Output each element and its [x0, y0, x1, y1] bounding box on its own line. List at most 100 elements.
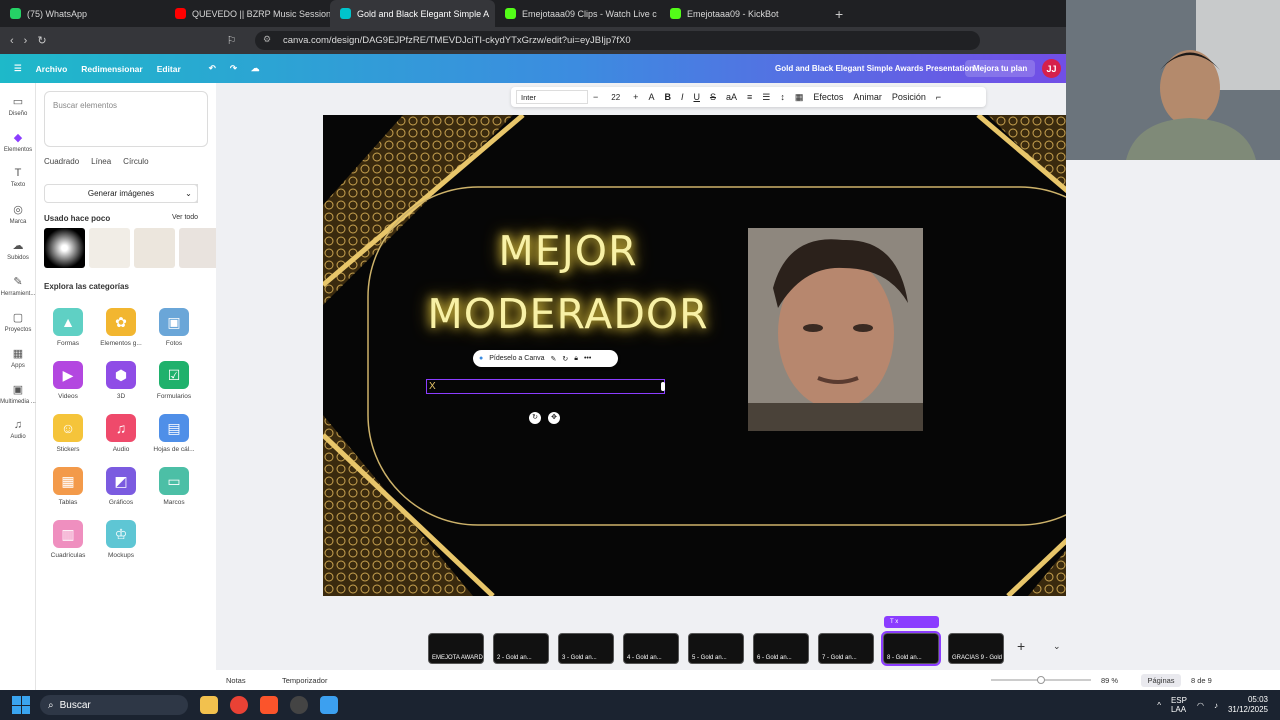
sidebar-item-8[interactable]: ▦ Apps [0, 347, 36, 369]
url-field[interactable]: canva.com/design/DAG9EJPfzRE/TMEVDJciTI-… [255, 31, 980, 50]
sidebar-item-10[interactable]: ♫ Audio [0, 419, 36, 440]
design-title[interactable]: Gold and Black Elegant Simple Awards Pre… [775, 64, 974, 73]
category-item[interactable]: ♫ Audio [94, 414, 148, 453]
tab-youtube[interactable]: QUEVEDO || BZRP Music Sessions #52 [165, 0, 330, 27]
obs-icon[interactable] [290, 696, 308, 714]
timer-button[interactable]: Temporizador [282, 676, 327, 685]
slide-title-line-1[interactable]: MEJOR [443, 227, 693, 275]
bookmark-icon[interactable]: ⚐ [227, 34, 237, 47]
recent-item[interactable] [44, 228, 85, 268]
category-item[interactable]: ▤ Hojas de cál... [147, 414, 201, 453]
rotate-icon[interactable]: ↻ [529, 412, 541, 424]
spacing-icon[interactable]: ↕ [780, 92, 785, 102]
align-icon[interactable]: ≡ [747, 92, 752, 102]
sidebar-item-5[interactable]: ☁ Subidos [0, 239, 36, 261]
chip-line[interactable]: Línea [91, 157, 111, 166]
category-item[interactable]: ▶ Videos [41, 361, 95, 400]
category-item[interactable]: ☺ Stickers [41, 414, 95, 453]
notepad-icon[interactable] [320, 696, 338, 714]
category-item[interactable]: ▥ Cuadrículas [41, 520, 95, 559]
tab-kickbot[interactable]: Emejotaaa09 - KickBot [660, 0, 825, 27]
recent-item[interactable] [89, 228, 130, 268]
ask-canva-button[interactable]: Pídeselo a Canva [489, 355, 544, 362]
clock[interactable]: 05:03 31/12/2025 [1228, 695, 1268, 715]
font-size-field[interactable]: 22 [611, 93, 620, 102]
chip-square[interactable]: Cuadrado [44, 157, 79, 166]
undo-icon[interactable]: ↶ [209, 63, 216, 74]
wifi-icon[interactable]: ◠ [1197, 701, 1204, 710]
brave-icon[interactable] [260, 696, 278, 714]
font-select[interactable]: Inter [516, 90, 588, 104]
bold-icon[interactable]: B [664, 92, 671, 102]
resize-handle[interactable] [661, 382, 665, 391]
page-thumbnail[interactable]: 6 - Gold an... [753, 633, 809, 664]
sidebar-item-4[interactable]: ◎ Marca [0, 203, 36, 225]
magic-edit-icon[interactable]: ✎ [551, 355, 557, 363]
search-input[interactable]: Buscar elementos [44, 91, 208, 147]
page-thumbnail[interactable]: 2 - Gold an... [493, 633, 549, 664]
resize-button[interactable]: Redimensionar [81, 64, 142, 74]
category-item[interactable]: ▭ Marcos [147, 467, 201, 506]
recent-item[interactable] [134, 228, 175, 268]
zoom-slider-handle[interactable] [1037, 676, 1045, 684]
slide-title-line-2[interactable]: MODERADOR [423, 290, 713, 338]
sidebar-item-7[interactable]: ▢ Proyectos [0, 311, 36, 333]
category-item[interactable]: ♔ Mockups [94, 520, 148, 559]
page-thumbnail[interactable]: GRACIAS 9 - Gold an... [948, 633, 1004, 664]
category-item[interactable]: ⬢ 3D [94, 361, 148, 400]
category-item[interactable]: ◩ Gráficos [94, 467, 148, 506]
page-thumbnail[interactable]: 5 - Gold an... [688, 633, 744, 664]
effects-button[interactable]: Efectos [813, 92, 843, 102]
strikethrough-icon[interactable]: S [710, 92, 716, 102]
site-info-icon[interactable]: ⚙ [263, 34, 271, 45]
transparency-icon[interactable]: ▦ [795, 92, 804, 103]
chip-circle[interactable]: Círculo [123, 157, 148, 166]
underline-icon[interactable]: U [693, 92, 700, 102]
category-item[interactable]: ▦ Tablas [41, 467, 95, 506]
page-thumbnail[interactable]: 7 - Gold an... [818, 633, 874, 664]
chevron-down-icon[interactable]: ⌄ [1053, 641, 1061, 652]
decrease-size-icon[interactable]: − [593, 92, 598, 102]
sidebar-item-1[interactable]: ▭ Diseño [0, 95, 36, 117]
avatar[interactable]: JJ [1042, 59, 1061, 78]
list-icon[interactable]: ☰ [762, 92, 770, 103]
menu-icon[interactable]: ☰ [14, 63, 22, 74]
page-thumbnail[interactable]: EMEJOTA AWARDS [428, 633, 484, 664]
file-menu[interactable]: Archivo [36, 64, 68, 74]
forward-icon[interactable]: › [24, 35, 28, 47]
move-icon[interactable]: ✥ [548, 412, 560, 424]
zoom-value[interactable]: 89 % [1101, 676, 1118, 685]
chevron-down-icon[interactable]: ⌄ [180, 184, 198, 203]
zoom-slider[interactable] [991, 676, 1091, 684]
reload-icon[interactable]: ↻ [37, 34, 46, 47]
pages-button[interactable]: Páginas [1141, 674, 1181, 687]
new-tab-button[interactable]: + [835, 6, 843, 22]
sidebar-item-3[interactable]: T Texto [0, 167, 36, 188]
recent-item[interactable] [179, 228, 220, 268]
back-icon[interactable]: ‹ [10, 35, 14, 47]
chrome-icon[interactable] [230, 696, 248, 714]
case-icon[interactable]: aA [726, 92, 737, 102]
winner-photo[interactable] [748, 228, 923, 431]
see-all-link[interactable]: Ver todo [172, 214, 198, 221]
add-page-button[interactable]: + [1017, 638, 1025, 654]
category-item[interactable]: ▲ Formas [41, 308, 95, 347]
lock-icon[interactable]: 🔒︎ [574, 355, 578, 363]
tab-whatsapp[interactable]: (75) WhatsApp [0, 0, 165, 27]
category-item[interactable]: ☑ Formularios [147, 361, 201, 400]
taskbar-search[interactable]: ⌕ Buscar [40, 695, 188, 715]
category-item[interactable]: ▣ Fotos [147, 308, 201, 347]
tab-kick-clips[interactable]: Emejotaaa09 Clips - Watch Live c [495, 0, 660, 27]
position-button[interactable]: Posición [892, 92, 926, 102]
sidebar-item-9[interactable]: ▣ Multimedia ... [0, 383, 36, 405]
text-color-icon[interactable]: A [648, 92, 654, 102]
file-explorer-icon[interactable] [200, 696, 218, 714]
generate-images-button[interactable]: Generar imágenes [44, 184, 198, 203]
chevron-up-icon[interactable]: ^ [1157, 701, 1161, 710]
sidebar-item-6[interactable]: ✎ Herramient... [0, 275, 36, 297]
redo-icon[interactable]: ↷ [230, 63, 237, 74]
upgrade-button[interactable]: Mejora tu plan [965, 60, 1036, 77]
volume-icon[interactable]: ♪ [1214, 701, 1218, 710]
windows-start-icon[interactable] [12, 696, 30, 714]
refresh-icon[interactable]: ↻ [562, 355, 568, 363]
